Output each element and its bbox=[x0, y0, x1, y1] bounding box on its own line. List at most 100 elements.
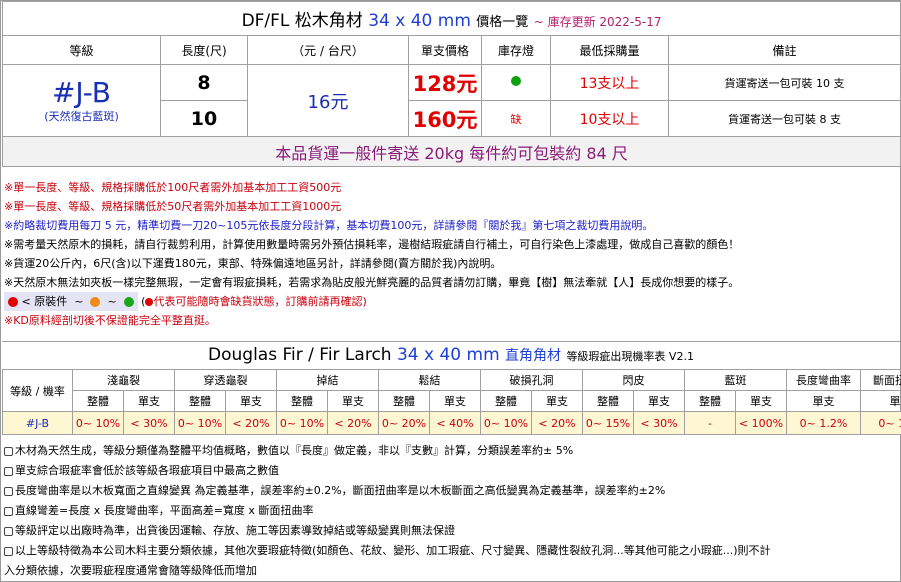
footnotes-section: 木材為天然生成，等級分類僅為整體平均值概略，數值以『長度』做定義，非以『支數』計… bbox=[4, 441, 900, 581]
defect-value: < 40% bbox=[429, 411, 481, 435]
defect-group-row: 等級 / 機率 淺龜裂 穿透龜裂 掉結 鬆結 破損孔洞 閃皮 藍斑 長度彎曲率 … bbox=[2, 369, 901, 412]
footnote: 長度彎曲率是以木板寬面之直線變異 為定義基準，誤差率約±0.2%，斷面扭曲率是以… bbox=[4, 481, 900, 501]
note-line: ※KD原料經剖切後不保證能完全平整直挺。 bbox=[4, 314, 216, 327]
sub-header: 單支 bbox=[429, 390, 481, 412]
red-dot-icon bbox=[8, 297, 18, 307]
bullet-icon bbox=[4, 486, 13, 496]
sub-header: 單支 bbox=[786, 390, 861, 412]
footnote: 單支綜合瑕疵率會低於該等級各瑕疵項目中最高之數值 bbox=[4, 461, 900, 481]
grade-note: (天然復古藍斑) bbox=[44, 109, 119, 123]
remark-value: 貨運寄送一包可裝 8 支 bbox=[667, 100, 901, 137]
bullet-icon bbox=[4, 506, 13, 516]
defect-value: < 100% bbox=[735, 411, 787, 435]
sub-header: 整體 bbox=[378, 390, 430, 412]
table-row: #J-B (天然復古藍斑) 8 16元 128元 13支以上 貨運寄送一包可裝 … bbox=[2, 64, 901, 137]
header-min-qty: 最低採購量 bbox=[550, 35, 669, 65]
sub-header: 整體 bbox=[480, 390, 532, 412]
defect-value: < 30% bbox=[633, 411, 685, 435]
title-size: 34 x 40 mm bbox=[368, 11, 471, 31]
min-qty-value: 10支以上 bbox=[550, 100, 669, 137]
defect-value: < 20% bbox=[531, 411, 583, 435]
note-line: ※貨運20公斤內，6尺(含)以下運費180元，東部、特殊偏遠地區另計，詳請參閱(… bbox=[4, 257, 502, 270]
shipping-note: 本品貨運一般件寄送 20kg 每件約可包裝約 84 尺 bbox=[1, 136, 901, 167]
footnote: 木材為天然生成，等級分類僅為整體平均值概略，數值以『長度』做定義，非以『支數』計… bbox=[4, 441, 900, 461]
defect-value: < 30% bbox=[123, 411, 175, 435]
sub-header: 整體 bbox=[174, 390, 226, 412]
defect-value: 0~ 15% bbox=[582, 411, 634, 435]
bullet-icon bbox=[4, 466, 13, 476]
defect-value: < 20% bbox=[225, 411, 277, 435]
sub-header: 單支 bbox=[531, 390, 583, 412]
legend-sep: ~ bbox=[74, 295, 84, 308]
defect-title-kind: 直角角材 bbox=[505, 348, 562, 364]
stock-light bbox=[481, 64, 551, 101]
footnote-text: 直線彎差=長度 x 長度彎曲率，平面高差=寬度 x 斷面扭曲率 bbox=[15, 504, 314, 517]
defect-grade: #J-B bbox=[2, 411, 73, 435]
note-line: ※單一長度、等級、規格採購低於50尺者需外加基本加工工資1000元 bbox=[4, 200, 342, 213]
notes-section: ※單一長度、等級、規格採購低於100尺者需外加基本加工工資500元 ※單一長度、… bbox=[4, 178, 900, 330]
header-row: 等級 長度(尺) （元 / 台尺） 單支價格 庫存燈 最低採購量 備註 bbox=[2, 35, 901, 65]
defect-value: 0~ 10% bbox=[276, 411, 328, 435]
legend-sep: ~ bbox=[107, 295, 117, 308]
defect-group: 穿透龜裂 bbox=[174, 369, 277, 391]
header-stock: 庫存燈 bbox=[481, 35, 551, 65]
defect-group: 長度彎曲率 bbox=[786, 369, 861, 391]
remark-value: 貨運寄送一包可裝 10 支 bbox=[667, 64, 901, 101]
defect-grade-header: 等級 / 機率 bbox=[2, 369, 73, 412]
defect-group: 閃皮 bbox=[582, 369, 685, 391]
defect-group: 鬆結 bbox=[378, 369, 481, 391]
sub-header: 單支 bbox=[123, 390, 175, 412]
price-per-value: 16元 bbox=[247, 64, 409, 137]
legend-label: < 原裝件 bbox=[21, 295, 68, 308]
price-table: DF/FL 松木角材 34 x 40 mm 價格一覽 ~ 庫存更新 2022-5… bbox=[1, 1, 901, 167]
stock-green-icon bbox=[511, 76, 521, 86]
defect-value: 0~ 1.2% bbox=[786, 411, 861, 435]
header-price-per: （元 / 台尺） bbox=[247, 35, 409, 65]
note-line: ※天然原木無法如夾板一樣完整無瑕，一定會有瑕疵損耗，若需求為貼皮般光鮮亮麗的品質… bbox=[4, 276, 740, 289]
length-value: 10 bbox=[160, 100, 248, 137]
legend-warning: 代表可能隨時會缺貨狀態，訂購前請再確認) bbox=[153, 295, 367, 308]
defect-group: 斷面扭曲率 bbox=[860, 369, 901, 391]
defect-group: 掉結 bbox=[276, 369, 379, 391]
defect-value: < 20% bbox=[327, 411, 379, 435]
defect-title-main: Douglas Fir / Fir Larch bbox=[208, 345, 392, 365]
sub-header: 整體 bbox=[72, 390, 124, 412]
bullet-icon bbox=[4, 446, 13, 456]
footnote-text: 以上等級特徵為本公司木料主要分類依據，其他次要瑕疵特徵(如顏色、花紋、變形、加工… bbox=[15, 544, 771, 557]
footnote: 等級評定以出廠時為準，出貨後因運輸、存放、施工等因素導致掉結或等級變異則無法保證 bbox=[4, 521, 900, 541]
note-line: ※單一長度、等級、規格採購低於100尺者需外加基本加工工資500元 bbox=[4, 181, 342, 194]
defect-sub-row: 整體單支 整體單支 整體單支 整體單支 整體單支 整體單支 整體單支 單支 單支 bbox=[3, 390, 901, 412]
defect-title-suffix: 等級瑕疵出現機率表 V2.1 bbox=[566, 350, 694, 363]
unit-price-value: 128元 bbox=[408, 64, 482, 101]
sub-header: 單支 bbox=[735, 390, 787, 412]
defect-table-title: Douglas Fir / Fir Larch 34 x 40 mm 直角角材 … bbox=[2, 341, 900, 370]
header-length: 長度(尺) bbox=[160, 35, 248, 65]
min-qty-value: 13支以上 bbox=[550, 64, 669, 101]
sub-header: 單支 bbox=[633, 390, 685, 412]
sub-header: 整體 bbox=[276, 390, 328, 412]
page: DF/FL 松木角材 34 x 40 mm 價格一覽 ~ 庫存更新 2022-5… bbox=[0, 0, 901, 582]
footnote: 以上等級特徵為本公司木料主要分類依據，其他次要瑕疵特徵(如顏色、花紋、變形、加工… bbox=[4, 541, 900, 561]
defect-value: 0~ 10% bbox=[480, 411, 532, 435]
defect-group: 淺龜裂 bbox=[72, 369, 175, 391]
footnote: 入分類依據，次要瑕疵程度通常會隨等級降低而增加 bbox=[4, 561, 900, 581]
stock-legend: < 原裝件 ~ ~ bbox=[4, 292, 138, 311]
footnote-text: 單支綜合瑕疵率會低於該等級各瑕疵項目中最高之數值 bbox=[15, 464, 279, 477]
footnote-text: 木材為天然生成，等級分類僅為整體平均值概略，數值以『長度』做定義，非以『支數』計… bbox=[15, 444, 574, 457]
orange-dot-icon bbox=[90, 297, 101, 307]
defect-value-row: #J-B 0~ 10% < 30% 0~ 10% < 20% 0~ 10% < … bbox=[2, 411, 901, 435]
defect-title-size: 34 x 40 mm bbox=[396, 345, 500, 365]
sub-header: 單支 bbox=[327, 390, 379, 412]
grade-label: #J-B bbox=[51, 75, 112, 109]
header-remarks: 備註 bbox=[667, 35, 901, 65]
note-line: ※需考量天然原木的損耗，請自行裁剪利用，計算使用數量時需另外預估損耗率，邊樹結瑕… bbox=[4, 238, 740, 251]
footnote-text: 入分類依據，次要瑕疵程度通常會隨等級降低而增加 bbox=[4, 564, 257, 577]
legend-line: < 原裝件 ~ ~ (代表可能隨時會缺貨狀態，訂購前請再確認) bbox=[4, 292, 900, 311]
footnote-text: 長度彎曲率是以木板寬面之直線變異 為定義基準，誤差率約±0.2%，斷面扭曲率是以… bbox=[15, 484, 666, 497]
defect-group: 藍斑 bbox=[684, 369, 787, 391]
defect-value: - bbox=[684, 411, 736, 435]
unit-price-value: 160元 bbox=[408, 100, 482, 137]
green-dot-icon bbox=[123, 297, 134, 307]
header-unit-price: 單支價格 bbox=[408, 35, 482, 65]
update-date: ~ 庫存更新 2022-5-17 bbox=[533, 15, 662, 29]
